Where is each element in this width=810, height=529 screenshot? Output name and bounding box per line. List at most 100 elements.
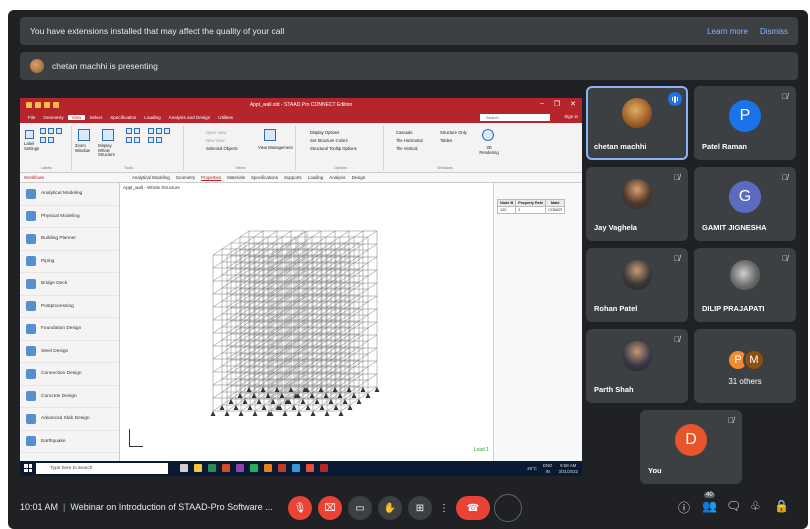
separator: | bbox=[63, 502, 66, 512]
support-icon bbox=[310, 411, 316, 416]
label-settings-icon bbox=[25, 130, 34, 139]
staad-icon bbox=[320, 464, 328, 472]
taskbar-time: 9:58 AM bbox=[560, 463, 577, 468]
table-cell: 120 bbox=[496, 206, 517, 214]
support-icon bbox=[374, 387, 380, 392]
dismiss-button[interactable]: Dismiss bbox=[760, 27, 788, 36]
menu-loading: Loading bbox=[144, 115, 161, 120]
workflow-item: Building Planner bbox=[20, 228, 119, 251]
mic-toggle-button[interactable]: 🎙 bbox=[288, 496, 312, 520]
camera-off-icon: ⌧ bbox=[324, 502, 336, 514]
support-icon bbox=[261, 405, 267, 410]
lang-top: ENG bbox=[542, 463, 553, 468]
workflow-icon bbox=[26, 323, 36, 334]
structure-viewport: Appt_wall - Whole Structure Load 1 bbox=[121, 183, 494, 461]
host-controls-icon[interactable]: 🔒 bbox=[774, 499, 789, 513]
workflow-panel: Analytical Modeling Physical Modeling Bu… bbox=[20, 183, 120, 461]
people-icon[interactable]: 👥 40 bbox=[702, 492, 717, 513]
support-icon bbox=[233, 405, 239, 410]
mic-off-icon: 🎙̸ bbox=[782, 92, 788, 101]
support-icon bbox=[279, 393, 285, 398]
support-icon bbox=[274, 387, 280, 392]
mic-off-icon: 🎙 bbox=[293, 502, 307, 514]
support-icon bbox=[347, 405, 353, 410]
support-icon bbox=[291, 405, 297, 410]
workflow-item: Advanced Slab Design bbox=[20, 408, 119, 431]
system-tray: 26°C ENG IN 9:58 AM 3/31/2022 bbox=[527, 463, 578, 474]
end-call-icon: ☎ bbox=[466, 502, 480, 514]
support-icon bbox=[342, 399, 348, 404]
participant-tile[interactable]: 🎙̸ Rohan Patel bbox=[586, 248, 688, 322]
ribbon-group-tools: Zoom Window Display Whole Structure Tool… bbox=[74, 126, 184, 170]
workflow-icon bbox=[26, 188, 36, 199]
info-icon[interactable]: ⓘ bbox=[678, 499, 690, 516]
subtab-supports: Supports bbox=[284, 175, 302, 180]
structural-tooltip-text: Structural Tooltip Options bbox=[310, 146, 357, 151]
activities-icon[interactable]: ♧ bbox=[750, 499, 761, 513]
raise-hand-button[interactable]: ✋ bbox=[378, 496, 402, 520]
end-call-button[interactable]: ☎ bbox=[456, 496, 490, 520]
workflow-item-label: Steel Design bbox=[41, 348, 69, 354]
workflow-icon bbox=[26, 233, 36, 244]
app-icon bbox=[264, 464, 272, 472]
learn-more-link[interactable]: Learn more bbox=[707, 27, 748, 36]
clock-time: 10:01 AM bbox=[20, 502, 59, 512]
zoom-icon bbox=[134, 128, 140, 134]
mic-off-icon: 🎙̸ bbox=[674, 254, 680, 263]
support-icon bbox=[247, 405, 253, 410]
lang-bottom: IN bbox=[545, 468, 550, 474]
support-icon bbox=[314, 399, 320, 404]
staad-ribbon: Label Settings Labels Zoom Window Displa… bbox=[20, 123, 582, 173]
support-icon bbox=[210, 411, 216, 416]
participant-tile[interactable]: 🎙̸ Parth Shah bbox=[586, 329, 688, 403]
close-icon: ✕ bbox=[570, 101, 576, 108]
support-icon bbox=[296, 411, 302, 416]
participant-tile[interactable]: 🎙̸ Jay Vaghela bbox=[586, 167, 688, 241]
support-icon bbox=[319, 405, 325, 410]
participant-tile[interactable]: chetan machhi bbox=[586, 86, 688, 160]
extensions-warning-banner: You have extensions installed that may a… bbox=[20, 17, 798, 45]
workflow-icon bbox=[26, 211, 36, 222]
frame-members bbox=[212, 230, 378, 412]
zoom-icon bbox=[126, 128, 132, 134]
workflow-item: Postprocessing bbox=[20, 296, 119, 318]
shared-screen[interactable]: Appt_wall.std - STAAD.Pro CONNECT Editio… bbox=[20, 98, 582, 476]
workflow-item-label: Analytical Modeling bbox=[41, 191, 83, 197]
raise-hand-icon: ✋ bbox=[383, 502, 397, 514]
file-explorer-icon bbox=[194, 464, 202, 472]
subtab-specifications: Specifications bbox=[250, 175, 279, 180]
quick-access-toolbar bbox=[26, 102, 59, 108]
views-group-label: Views bbox=[235, 166, 246, 170]
more-options-button[interactable]: ⋮ bbox=[438, 496, 450, 520]
participant-tile[interactable]: P 🎙̸ Patel Raman bbox=[694, 86, 796, 160]
support-icon bbox=[237, 393, 243, 398]
taskbar-apps bbox=[180, 464, 328, 472]
subtab-loading: Loading bbox=[307, 175, 324, 180]
participant-name: GAMIT JIGNESHA bbox=[702, 223, 767, 232]
support-icon bbox=[324, 411, 330, 416]
staad-sign-in: Sign in bbox=[564, 114, 578, 119]
zoom-icon bbox=[134, 137, 140, 143]
presenter-avatar bbox=[30, 59, 44, 73]
captions-button[interactable]: ▭ bbox=[348, 496, 372, 520]
present-button[interactable]: ⊞ bbox=[408, 496, 432, 520]
participant-name: chetan machhi bbox=[594, 142, 647, 151]
participant-tile[interactable]: G 🎙̸ GAMIT JIGNESHA bbox=[694, 167, 796, 241]
structure-frame-model bbox=[210, 230, 380, 416]
chat-icon[interactable]: 🗨 bbox=[726, 499, 741, 513]
support-icon bbox=[305, 405, 311, 410]
windows-taskbar: Type here to search 26°C ENG IN 9:58 AM 3/… bbox=[20, 461, 582, 476]
others-count: 31 others bbox=[728, 377, 762, 386]
restore-icon: ❐ bbox=[553, 101, 561, 108]
participant-tile[interactable]: 🎙̸ DILIP PRAJAPATI bbox=[694, 248, 796, 322]
workflow-item-label: Piping bbox=[41, 258, 55, 264]
support-icon bbox=[256, 399, 262, 404]
ribbon-group-labels: Label Settings Labels bbox=[22, 126, 72, 170]
self-tile[interactable]: D 🎙̸ You bbox=[640, 410, 742, 484]
window-controls: – ❐ ✕ bbox=[540, 100, 576, 108]
camera-toggle-button[interactable]: ⌧ bbox=[318, 496, 342, 520]
new-view-text: New View bbox=[206, 138, 225, 143]
menu-geometry: Geometry bbox=[43, 115, 64, 120]
others-tile[interactable]: P M 31 others bbox=[694, 329, 796, 403]
support-icon bbox=[332, 387, 338, 392]
